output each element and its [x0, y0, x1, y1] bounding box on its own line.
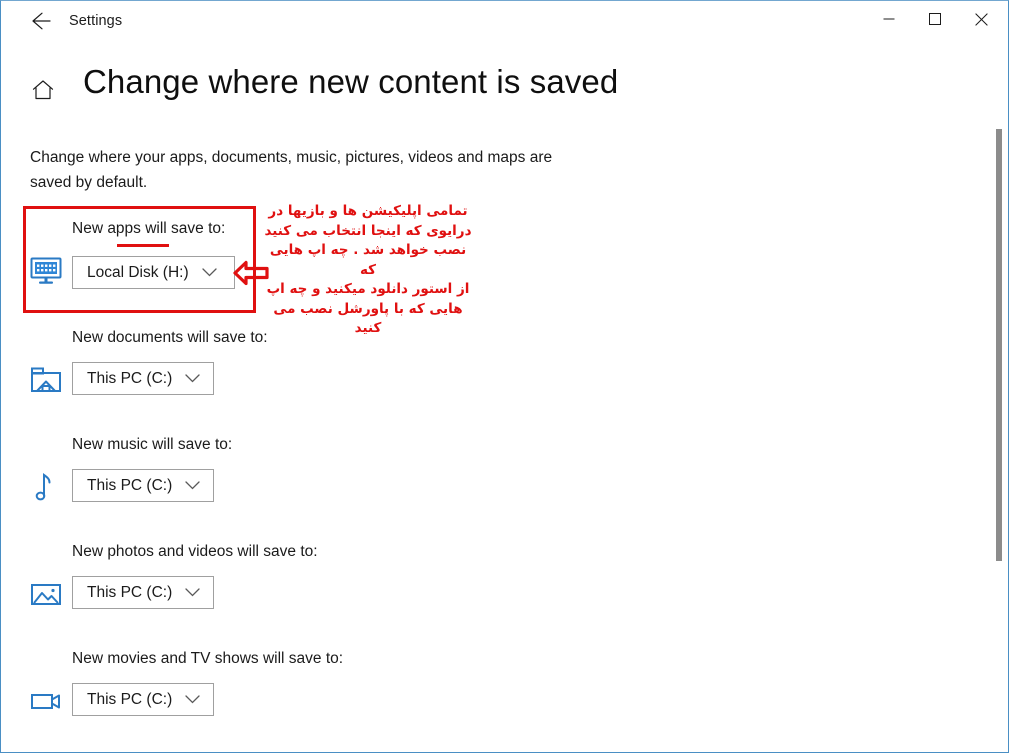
dropdown-photos-value: This PC (C:): [87, 583, 173, 601]
scrollbar-thumb[interactable]: [996, 129, 1002, 561]
chevron-down-icon: [185, 588, 200, 597]
music-note-icon: [27, 468, 65, 506]
documents-folder-icon: [27, 361, 65, 399]
maximize-button[interactable]: [912, 3, 958, 35]
setting-label-photos: New photos and videos will save to:: [72, 543, 318, 560]
setting-label-movies: New movies and TV shows will save to:: [72, 650, 344, 667]
chevron-down-icon: [185, 695, 200, 704]
scrollbar-track[interactable]: [991, 42, 1007, 751]
dropdown-music-value: This PC (C:): [87, 476, 173, 494]
dropdown-apps[interactable]: Local Disk (H:): [72, 256, 235, 289]
back-arrow-icon[interactable]: [20, 4, 62, 38]
dropdown-movies-value: This PC (C:): [87, 690, 173, 708]
app-title: Settings: [69, 13, 123, 29]
chevron-down-icon: [185, 481, 200, 490]
annotation-note-text: تمامی اپلیکیشن ها و بازیها در درایوی که …: [264, 203, 472, 336]
dropdown-documents-value: This PC (C:): [87, 369, 173, 387]
close-button[interactable]: [958, 3, 1004, 35]
setting-label-music: New music will save to:: [72, 436, 233, 453]
home-icon[interactable]: [28, 75, 58, 105]
picture-icon: [27, 575, 65, 613]
page-title: Change where new content is saved: [83, 63, 619, 100]
setting-label-documents: New documents will save to:: [72, 329, 268, 346]
annotation-underline-apps: [117, 244, 169, 247]
dropdown-documents[interactable]: This PC (C:): [72, 362, 214, 395]
intro-description: Change where your apps, documents, music…: [30, 149, 553, 191]
title-bar: Settings: [2, 2, 1007, 42]
display-apps-icon: [27, 252, 65, 290]
chevron-down-icon: [185, 374, 200, 383]
dropdown-apps-value: Local Disk (H:): [87, 263, 189, 281]
setting-label-apps: New apps will save to:: [72, 220, 226, 237]
dropdown-music[interactable]: This PC (C:): [72, 469, 214, 502]
video-camera-icon: [27, 682, 65, 720]
settings-window: Settings Change where new content is sav…: [0, 0, 1009, 753]
minimize-button[interactable]: [866, 3, 912, 35]
dropdown-movies[interactable]: This PC (C:): [72, 683, 214, 716]
dropdown-photos[interactable]: This PC (C:): [72, 576, 214, 609]
chevron-down-icon: [201, 268, 217, 277]
